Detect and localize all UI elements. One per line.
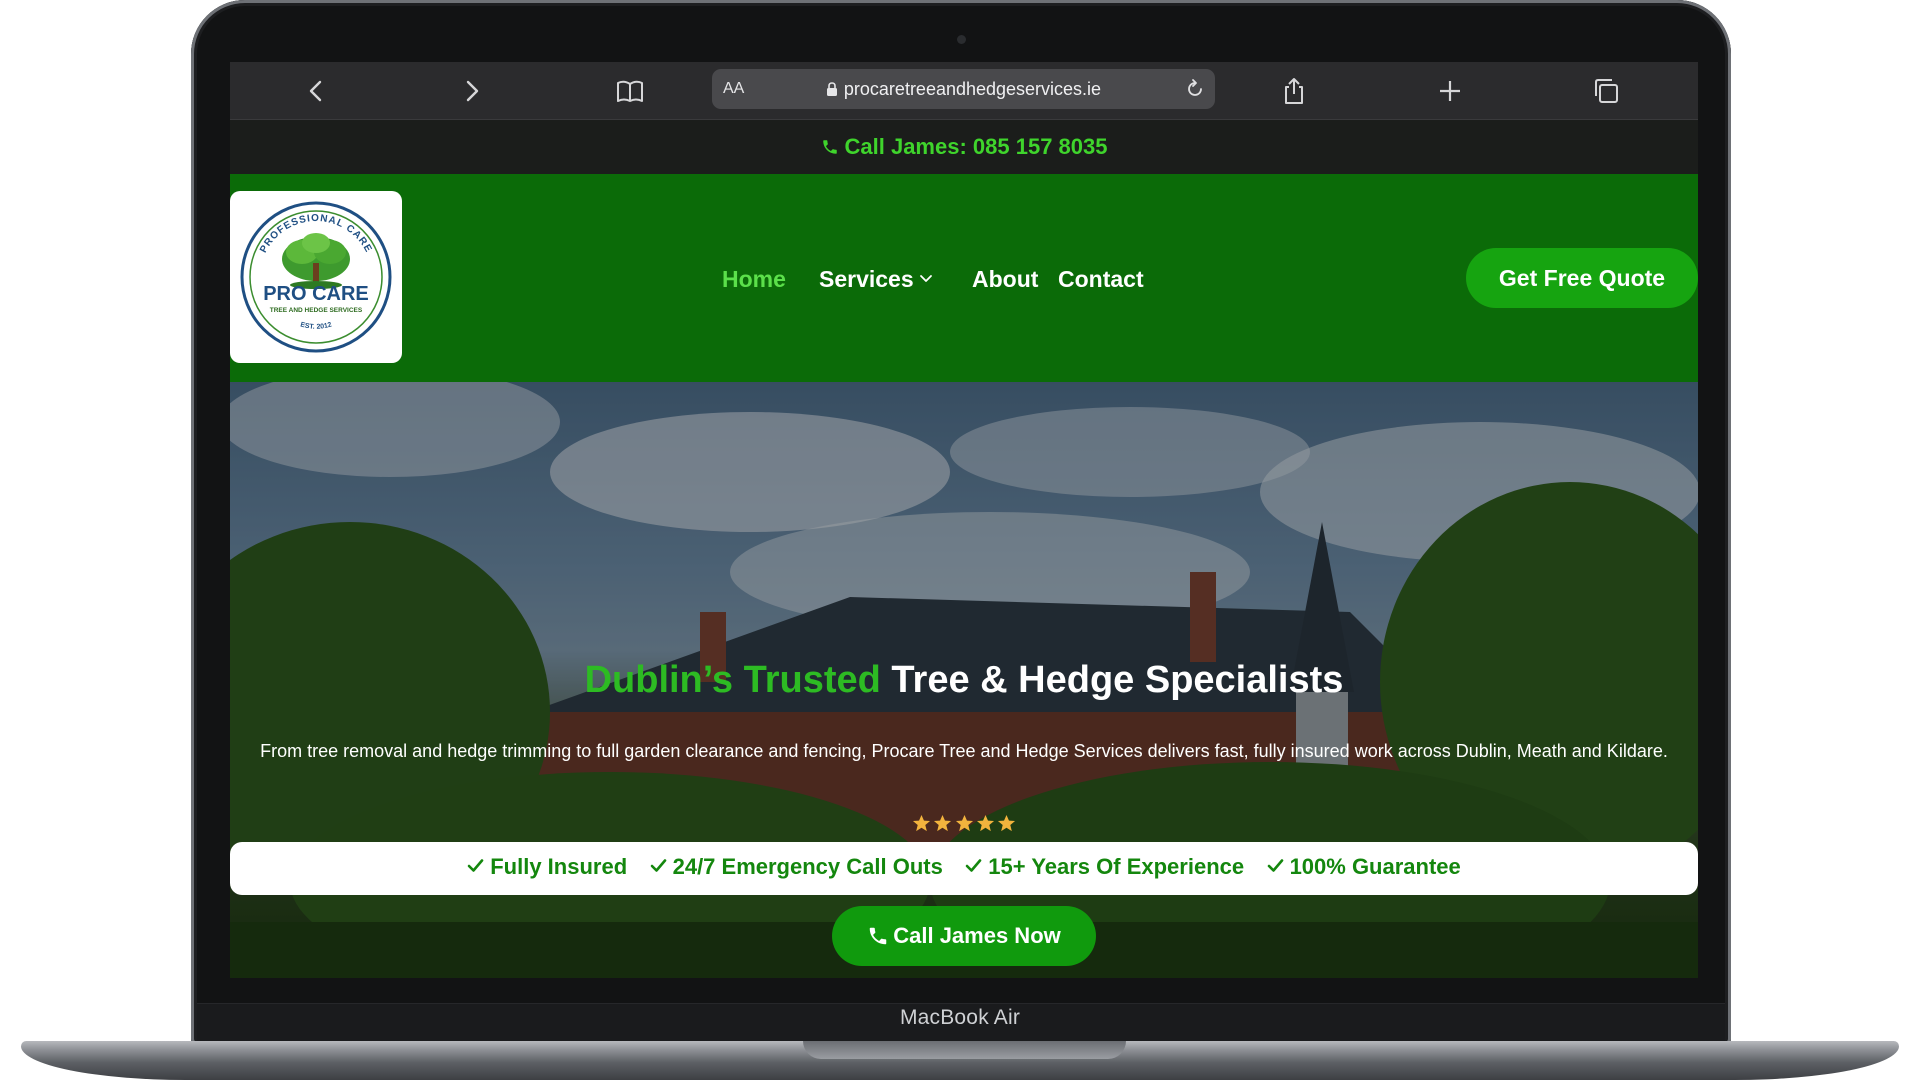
trust-bar: Fully Insured 24/7 Emergency Call Outs 1…: [230, 842, 1698, 895]
address-bar[interactable]: AA procaretreeandhedgeservices.ie: [712, 69, 1215, 109]
laptop-notch: [803, 1041, 1126, 1059]
reload-icon[interactable]: [1184, 78, 1206, 100]
star-icon: [976, 814, 995, 832]
logo-tagline: TREE AND HEDGE SERVICES: [270, 307, 363, 314]
trust-item: 15+ Years Of Experience: [965, 854, 1244, 880]
hero-section: Dublin’s Trusted Tree & Hedge Specialist…: [230, 382, 1698, 978]
top-call-text: Call James: 085 157 8035: [844, 134, 1108, 159]
star-icon: [933, 814, 952, 832]
lock-icon: [826, 82, 837, 96]
star-rating: [230, 814, 1698, 838]
trust-item-label: Fully Insured: [490, 854, 628, 879]
top-call-strip: Call James: 085 157 8035: [230, 120, 1698, 174]
trust-item: 24/7 Emergency Call Outs: [650, 854, 943, 880]
phone-icon: [822, 140, 837, 154]
browser-toolbar: AA procaretreeandhedgeservices.ie: [230, 62, 1698, 120]
logo-brand: PRO CARE: [263, 283, 369, 305]
trust-item-label: 100% Guarantee: [1289, 854, 1461, 879]
url-display: procaretreeandhedgeservices.ie: [712, 79, 1215, 100]
webcam: [957, 35, 966, 44]
hero-description: From tree removal and hedge trimming to …: [260, 741, 1668, 761]
hero-title: Dublin’s Trusted Tree & Hedge Specialist…: [230, 659, 1698, 702]
top-call-link[interactable]: Call James: 085 157 8035: [821, 134, 1108, 160]
back-icon[interactable]: [301, 76, 331, 106]
trust-item-label: 24/7 Emergency Call Outs: [672, 854, 943, 879]
star-icon: [955, 814, 973, 832]
forward-icon[interactable]: [457, 76, 487, 106]
check-icon: [467, 859, 484, 872]
call-james-now-label: Call James Now: [893, 923, 1061, 948]
trust-item-label: 15+ Years Of Experience: [988, 854, 1245, 879]
trust-item: Fully Insured: [467, 854, 627, 880]
bookmarks-icon[interactable]: [615, 76, 645, 106]
site-header: PROFESSIONAL CARE PRO CARE TREE AND HEDG…: [230, 174, 1698, 382]
hero-title-rest: Tree & Hedge Specialists: [891, 659, 1344, 701]
screen: AA procaretreeandhedgeservices.ie Call J…: [230, 62, 1698, 978]
device-label: MacBook Air: [899, 1006, 1021, 1029]
chevron-down-icon: [919, 275, 932, 282]
check-icon: [1267, 859, 1283, 872]
share-icon[interactable]: [1279, 76, 1309, 106]
nav-contact[interactable]: Contact: [1058, 266, 1144, 293]
phone-icon: [869, 927, 887, 945]
hero-title-accent: Dublin’s Trusted: [584, 659, 881, 701]
pro-care-logo[interactable]: PROFESSIONAL CARE PRO CARE TREE AND HEDG…: [230, 191, 402, 363]
star-icon: [912, 814, 930, 832]
nav-about[interactable]: About: [972, 266, 1038, 293]
check-icon: [965, 859, 982, 872]
get-free-quote-button[interactable]: Get Free Quote: [1466, 248, 1698, 308]
new-tab-icon[interactable]: [1435, 76, 1465, 106]
nav-home[interactable]: Home: [722, 266, 786, 293]
check-icon: [650, 859, 666, 872]
trust-item: 100% Guarantee: [1267, 854, 1461, 880]
tabs-overview-icon[interactable]: [1591, 76, 1621, 106]
star-icon: [998, 814, 1016, 832]
url-text: procaretreeandhedgeservices.ie: [843, 79, 1102, 99]
nav-services[interactable]: Services: [819, 266, 933, 293]
nav-services-label: Services: [819, 266, 914, 292]
call-james-now-button[interactable]: Call James Now: [832, 906, 1096, 966]
